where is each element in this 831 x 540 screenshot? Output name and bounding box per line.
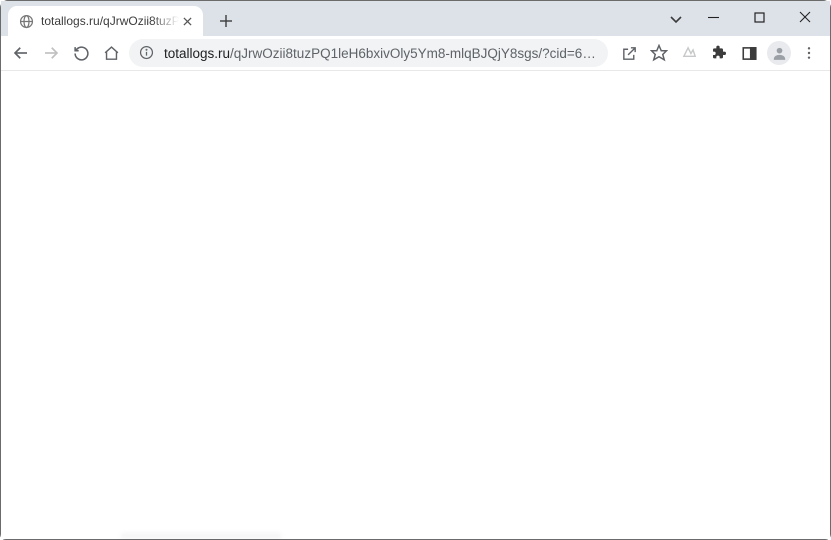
globe-icon <box>18 13 34 29</box>
menu-button[interactable] <box>794 39 824 67</box>
window-minimize-button[interactable] <box>690 2 736 32</box>
tab-search-button[interactable] <box>661 7 691 31</box>
tab-title: totallogs.ru/qJrwOzii8tuzPQ1leH <box>41 14 179 28</box>
url-host: totallogs.ru <box>164 46 230 61</box>
browser-tab[interactable]: totallogs.ru/qJrwOzii8tuzPQ1leH <box>8 6 203 36</box>
decorative-shadow <box>121 533 281 539</box>
site-info-icon[interactable] <box>139 45 155 61</box>
side-panel-button[interactable] <box>734 39 764 67</box>
forward-button <box>37 39 65 67</box>
window-maximize-button[interactable] <box>736 2 782 32</box>
extensions-button[interactable] <box>704 39 734 67</box>
send-to-devices-icon[interactable] <box>674 39 704 67</box>
reload-button[interactable] <box>67 39 95 67</box>
window-close-button[interactable] <box>782 2 828 32</box>
profile-button[interactable] <box>764 39 794 67</box>
new-tab-button[interactable] <box>212 7 240 35</box>
home-button[interactable] <box>97 39 125 67</box>
bookmark-button[interactable] <box>644 39 674 67</box>
avatar-icon <box>767 41 791 65</box>
address-bar[interactable]: totallogs.ru/qJrwOzii8tuzPQ1leH6bxivOly5… <box>129 39 608 67</box>
page-content <box>1 71 830 539</box>
tab-close-button[interactable] <box>179 13 195 29</box>
share-button[interactable] <box>614 39 644 67</box>
back-button[interactable] <box>7 39 35 67</box>
url-path: /qJrwOzii8tuzPQ1leH6bxivOly5Ym8-mlqBJQjY… <box>230 46 600 61</box>
